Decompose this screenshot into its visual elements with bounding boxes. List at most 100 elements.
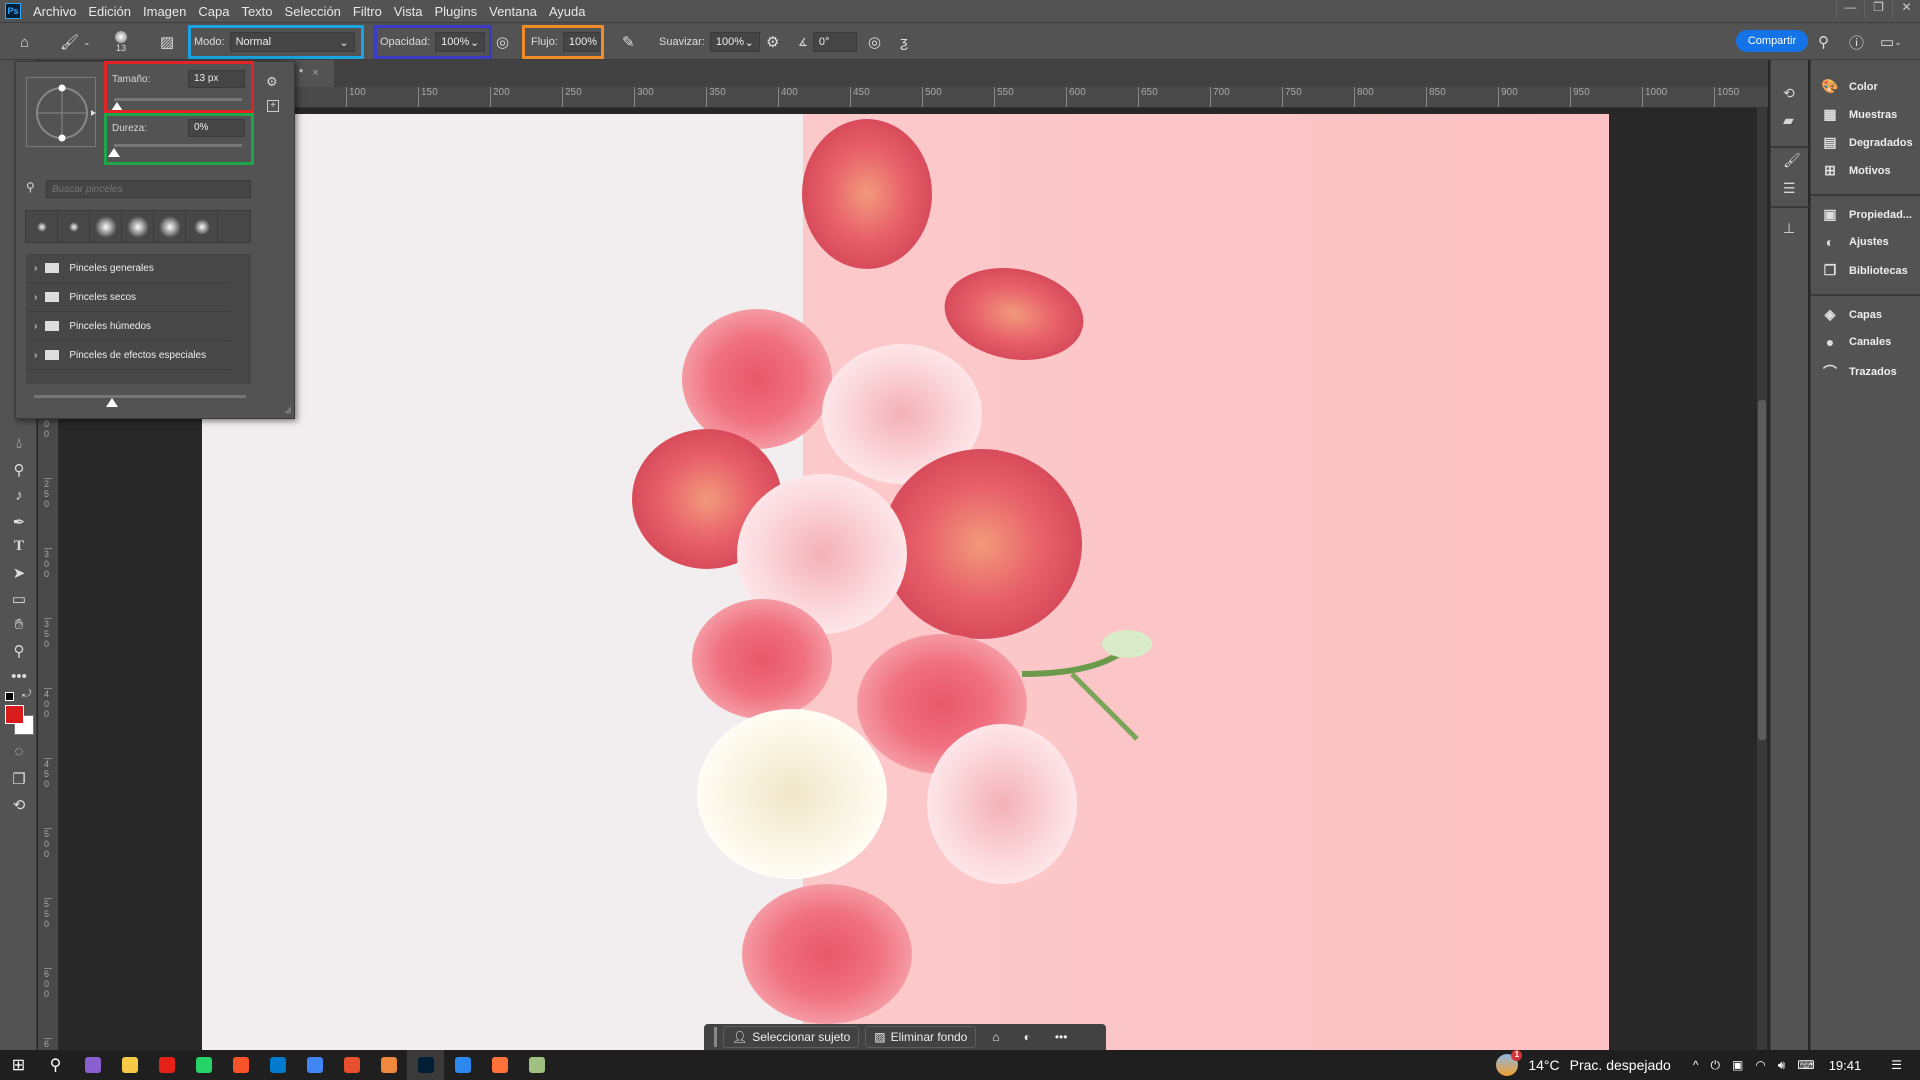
keyboard-icon[interactable]: ⌨ [1797, 1058, 1814, 1072]
swap-colors-icon[interactable]: ⤾ [22, 688, 31, 701]
quick-mask-icon[interactable]: ◌ [8, 743, 30, 760]
taskbar-brave-icon[interactable] [222, 1050, 259, 1080]
menu-filtro[interactable]: Filtro [353, 4, 382, 19]
brush-settings-icon[interactable]: 🖌︎ [1783, 152, 1801, 169]
help-icon[interactable]: ⓘ [1849, 23, 1864, 61]
menu-ayuda[interactable]: Ayuda [549, 4, 586, 19]
taskbar-brave-alt-icon[interactable] [333, 1050, 370, 1080]
taskbar-whatsapp-icon[interactable] [185, 1050, 222, 1080]
menu-vista[interactable]: Vista [394, 4, 423, 19]
panel-propiedad[interactable]: ▣ Propiedad... [1821, 206, 1912, 223]
notifications-icon[interactable]: ☰ [1891, 1058, 1902, 1072]
dodge-tool-icon[interactable]: ⚲ [8, 461, 30, 479]
blur-tool-icon[interactable]: 💧︎ [8, 435, 30, 452]
drag-handle[interactable] [714, 1027, 717, 1047]
panel-color[interactable]: 🎨 Color [1821, 78, 1877, 95]
show-hidden-icons-icon[interactable]: ^ [1693, 1058, 1699, 1072]
smoothing-input[interactable]: 100% ⌄ [709, 32, 760, 52]
brush-folder[interactable]: › Pinceles húmedos [26, 312, 231, 341]
panel-muestras[interactable]: ▦ Muestras [1821, 106, 1897, 123]
menu-imagen[interactable]: Imagen [143, 4, 186, 19]
brush-preset[interactable] [90, 211, 122, 242]
menu-texto[interactable]: Texto [241, 4, 272, 19]
brush-settings-toggle-icon[interactable]: ▨ [160, 23, 174, 61]
panel-bibliotecas[interactable]: ❐ Bibliotecas [1821, 262, 1908, 279]
start-windows-icon[interactable]: ⊞ [0, 1050, 37, 1080]
pressure-opacity-icon[interactable]: ◎ [496, 23, 509, 61]
generative-icon[interactable]: ⟲ [8, 796, 30, 814]
brush-folder[interactable]: › Pinceles generales [26, 254, 231, 283]
brush-preset[interactable] [186, 211, 218, 242]
power-icon[interactable]: ⏻ [1710, 1058, 1720, 1073]
close-tab-icon[interactable]: × [312, 67, 318, 79]
display-icon[interactable]: ▣ [1732, 1058, 1743, 1072]
panel-ajustes[interactable]: ◐ Ajustes [1821, 234, 1889, 250]
path-selection-tool-icon[interactable]: ➤ [8, 564, 30, 582]
close-button[interactable]: ✕ [1892, 0, 1920, 17]
foreground-color-swatch[interactable] [5, 705, 24, 724]
brush-folder[interactable]: › Pinceles de efectos especiales [26, 341, 231, 370]
volume-icon[interactable]: 🔊︎ [1778, 1058, 1786, 1073]
default-colors-icon[interactable] [5, 692, 14, 701]
more-tools-icon[interactable]: ••• [8, 668, 30, 685]
minimize-button[interactable]: — [1836, 0, 1864, 17]
preview-size-slider-track[interactable] [34, 395, 246, 398]
brush-preset[interactable] [122, 211, 154, 242]
panel-trazados[interactable]: ⌒ Trazados [1821, 362, 1897, 382]
taskbar-app-misc[interactable] [74, 1050, 111, 1080]
taskbar-app-misc-icon[interactable] [518, 1050, 555, 1080]
menu-plugins[interactable]: Plugins [434, 4, 477, 19]
brush-folder[interactable]: › Pinceles secos [26, 283, 231, 312]
pressure-size-icon[interactable]: ◎ [868, 23, 881, 61]
search-icon[interactable]: ⚲ [37, 1050, 74, 1080]
smoothing-settings-gear-icon[interactable]: ⚙ [766, 23, 779, 61]
clone-source-icon[interactable]: ⊥ [1783, 220, 1795, 237]
document-canvas[interactable] [202, 114, 1609, 1050]
brush-presets-icon[interactable]: ☰ [1783, 180, 1796, 197]
hand-tool-icon[interactable]: ✋︎ [8, 616, 30, 633]
angle-input[interactable]: 0° [812, 32, 857, 52]
select-subject-button[interactable]: 👤︎ Seleccionar sujeto [723, 1026, 860, 1048]
panel-capas[interactable]: ◈ Capas [1821, 306, 1882, 323]
wifi-icon[interactable]: ◠ [1755, 1058, 1765, 1072]
comments-icon[interactable]: ▰ [1783, 112, 1794, 129]
brush-angle-preview[interactable] [26, 77, 96, 147]
taskbar-firefox-icon[interactable] [481, 1050, 518, 1080]
scrollbar-thumb[interactable] [1758, 400, 1766, 740]
pen-tool-icon[interactable]: ✒ [8, 513, 30, 531]
panel-settings-gear-icon[interactable]: ⚙ [266, 74, 278, 90]
weather-icon[interactable]: 1 [1496, 1050, 1523, 1076]
workspace-icon[interactable]: ▭ ⌄ [1880, 23, 1902, 61]
zoom-tool-icon[interactable]: ⚲ [8, 642, 30, 660]
taskbar-camera-icon[interactable] [444, 1050, 481, 1080]
clock[interactable]: 19:41 [1829, 1058, 1862, 1073]
taskbar-chrome-icon[interactable] [296, 1050, 333, 1080]
home-icon[interactable]: ⌂ [20, 23, 29, 61]
brush-preset[interactable] [26, 211, 58, 242]
adjust-icon[interactable]: ◐ [1024, 1030, 1031, 1044]
weather-desc[interactable]: Prac. despejado [1570, 1057, 1671, 1073]
history-icon[interactable]: ⟲ [1783, 85, 1795, 102]
youtube-icon[interactable] [148, 1050, 185, 1080]
remove-background-button[interactable]: ▨ Eliminar fondo [865, 1026, 977, 1048]
brush-tool-preset-icon[interactable]: 🖌︎ ⌄ [60, 23, 91, 61]
preview-size-slider-handle[interactable] [106, 398, 119, 407]
type-tool-icon[interactable]: T [8, 538, 30, 555]
taskbar-photoshop-icon[interactable] [407, 1050, 444, 1080]
brush-preset[interactable] [154, 211, 186, 242]
transform-icon[interactable]: ⌂ [992, 1030, 999, 1044]
symmetry-butterfly-icon[interactable]: ƺ [900, 23, 908, 61]
taskbar-app-orange-icon[interactable] [370, 1050, 407, 1080]
menu-archivo[interactable]: Archivo [33, 4, 76, 19]
panel-canales[interactable]: ● Canales [1821, 334, 1891, 350]
panel-motivos[interactable]: ⊞ Motivos [1821, 162, 1890, 179]
more-options-icon[interactable]: ••• [1055, 1030, 1068, 1044]
brush-preset-picker[interactable]: 13 [115, 23, 127, 61]
weather-temp[interactable]: 14°C [1528, 1057, 1559, 1073]
new-preset-icon[interactable]: + [267, 100, 279, 112]
rectangle-tool-icon[interactable]: ▭ [8, 590, 30, 608]
share-button[interactable]: Compartir [1736, 30, 1808, 52]
taskbar-vscode-icon[interactable] [259, 1050, 296, 1080]
brush-search-input[interactable] [46, 180, 251, 198]
menu-edicion[interactable]: Edición [88, 4, 131, 19]
